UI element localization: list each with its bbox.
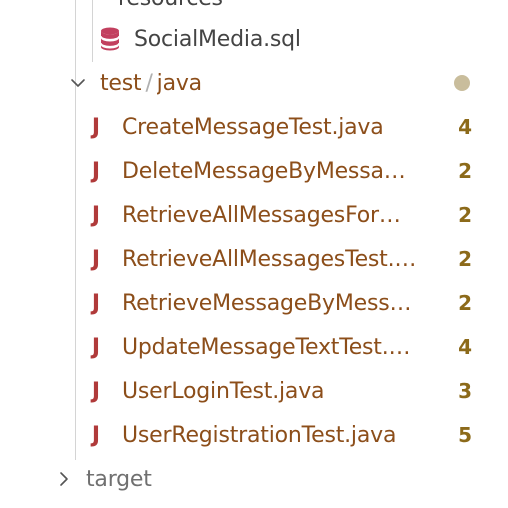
java-icon: J	[91, 114, 101, 140]
folder-label-java: java	[156, 70, 202, 96]
java-icon: J	[91, 378, 101, 404]
tree-folder-target[interactable]: target	[0, 457, 508, 501]
java-icon: J	[91, 334, 101, 360]
tree-item-java-file[interactable]: J CreateMessageTest.java 4	[0, 105, 508, 149]
tree-item-label: RetrieveMessageByMess…	[122, 290, 412, 316]
java-icon: J	[91, 246, 101, 272]
problem-count-badge: 4	[458, 335, 472, 359]
problem-count-badge: 2	[458, 203, 472, 227]
tree-item-java-file[interactable]: J DeleteMessageByMessa… 2	[0, 149, 508, 193]
tree-item-label: RetrieveAllMessagesTest.…	[122, 246, 417, 272]
tree-folder-test-java[interactable]: test / java	[0, 61, 508, 105]
tree-item-java-file[interactable]: J UpdateMessageTextTest.… 4	[0, 325, 508, 369]
problem-count-badge: 5	[458, 423, 472, 447]
database-icon	[100, 27, 120, 51]
tree-item-java-file[interactable]: J RetrieveAllMessagesTest.… 2	[0, 237, 508, 281]
tree-item-label: DeleteMessageByMessa…	[122, 158, 406, 184]
file-explorer: resources SocialMedia.sql test / java	[0, 0, 508, 508]
java-icon: J	[91, 422, 101, 448]
java-icon: J	[91, 202, 101, 228]
problem-count-badge: 2	[458, 159, 472, 183]
tree-item-label: UserLoginTest.java	[122, 378, 325, 404]
folder-label-target: target	[86, 466, 152, 492]
tree-item-java-file[interactable]: J RetrieveMessageByMess… 2	[0, 281, 508, 325]
tree-item-sql-file[interactable]: SocialMedia.sql	[0, 17, 508, 61]
tree-item-label: UserRegistrationTest.java	[122, 422, 397, 448]
problem-count-badge: 2	[458, 247, 472, 271]
tree-item-label: SocialMedia.sql	[134, 26, 301, 52]
java-icon: J	[91, 290, 101, 316]
tree-item-label: resources	[118, 0, 223, 11]
tree-item-java-file[interactable]: J RetrieveAllMessagesFor… 2	[0, 193, 508, 237]
problem-count-badge: 4	[458, 115, 472, 139]
path-separator: /	[145, 70, 153, 96]
tree-item-label: RetrieveAllMessagesFor…	[122, 202, 401, 228]
chevron-down-icon[interactable]	[68, 73, 88, 93]
java-icon: J	[91, 158, 101, 184]
tree-item-java-file[interactable]: J UserLoginTest.java 3	[0, 369, 508, 413]
tree-item-label: UpdateMessageTextTest.…	[122, 334, 411, 360]
problem-count-badge: 3	[458, 379, 472, 403]
chevron-right-icon[interactable]	[54, 469, 74, 489]
tree-item-java-file[interactable]: J UserRegistrationTest.java 5	[0, 413, 508, 457]
problem-count-badge: 2	[458, 291, 472, 315]
modified-dot-icon	[454, 75, 470, 91]
folder-label-test: test	[100, 70, 142, 96]
tree-item-label: CreateMessageTest.java	[122, 114, 384, 140]
